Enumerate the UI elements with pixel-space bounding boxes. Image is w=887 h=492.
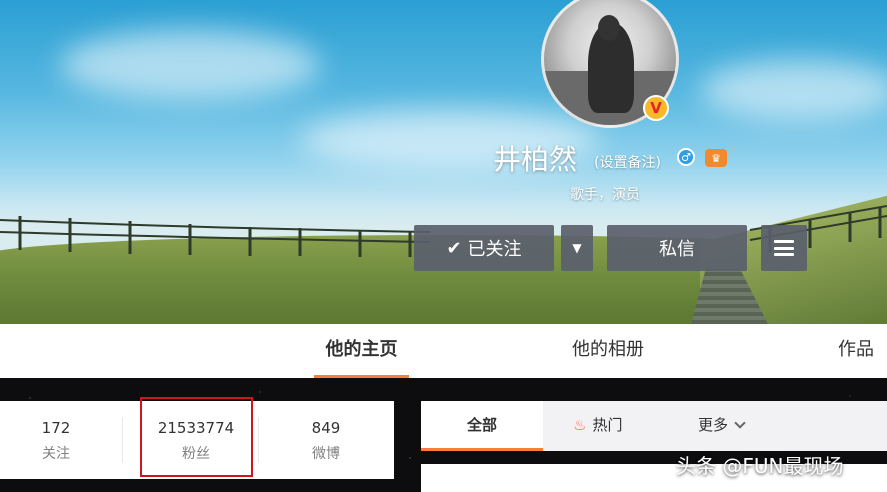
stat-label: 关注 <box>42 446 70 462</box>
watermark: 头条 @FUN最现场 <box>676 454 844 478</box>
stat-label: 微博 <box>312 446 340 462</box>
stat-weibo[interactable]: 849 微博 <box>268 401 384 479</box>
follow-dropdown-button[interactable]: ▼ <box>561 225 593 271</box>
profile-description: 歌手，演员 <box>570 187 640 203</box>
feed-tab-more[interactable]: 更多 <box>698 401 746 451</box>
feed-tab-hot-label: 热门 <box>592 416 623 434</box>
follow-button[interactable]: ✔ 已关注 <box>414 225 554 271</box>
feed-tab-all[interactable]: 全部 <box>421 401 543 451</box>
feed-tab-bar: 全部 ♨ 热门 更多 <box>421 401 887 451</box>
stat-following[interactable]: 172 关注 <box>0 401 112 479</box>
vip-icon[interactable]: ♛ <box>705 149 727 167</box>
chevron-down-icon: ▼ <box>572 241 582 255</box>
fire-icon: ♨ <box>573 416 587 434</box>
cover-banner <box>0 0 887 324</box>
male-icon: ♂ <box>677 148 695 166</box>
follow-button-label: 已关注 <box>467 239 522 260</box>
tab-works[interactable]: 作品 <box>838 324 874 378</box>
divider <box>122 417 123 463</box>
stat-value: 172 <box>41 419 71 437</box>
divider <box>258 417 259 463</box>
profile-name: 井柏然 <box>493 143 578 176</box>
feed-tab-hot[interactable]: ♨ 热门 <box>573 401 622 451</box>
cloud <box>700 60 887 120</box>
message-button-label: 私信 <box>659 239 695 260</box>
tab-album[interactable]: 他的相册 <box>572 324 644 378</box>
chevron-down-icon <box>734 417 746 429</box>
set-remark-link[interactable]: (设置备注) <box>594 152 661 172</box>
stat-value: 849 <box>311 419 341 437</box>
cloud <box>60 30 320 100</box>
check-icon: ✔ <box>446 237 462 259</box>
verified-badge-icon: V <box>643 95 669 121</box>
feed-tab-more-label: 更多 <box>698 416 729 434</box>
more-menu-button[interactable] <box>761 225 807 271</box>
menu-icon <box>774 240 794 256</box>
message-button[interactable]: 私信 <box>607 225 747 271</box>
tab-home[interactable]: 他的主页 <box>314 324 409 378</box>
profile-tab-bar: 他的主页 他的相册 作品 <box>0 324 887 378</box>
avatar-head <box>598 15 620 41</box>
highlight-annotation-box <box>140 397 253 477</box>
